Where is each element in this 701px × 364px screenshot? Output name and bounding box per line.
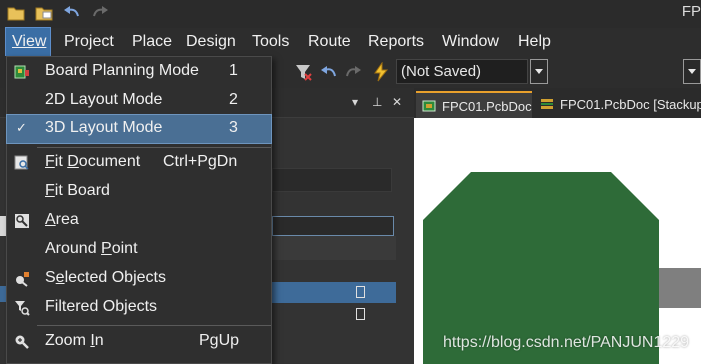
- right-dropdown-button[interactable]: [683, 59, 701, 84]
- quick-access-bar: FP: [0, 0, 701, 28]
- menu-item-selected-objects[interactable]: Selected Objects: [7, 265, 271, 293]
- watermark: https://blog.csdn.net/PANJUN1229: [443, 334, 690, 351]
- undo-icon[interactable]: [62, 4, 82, 22]
- document-tabs: FPC01.PcbDoc FPC01.PcbDoc [Stackup: [414, 88, 701, 118]
- menu-item-board-planning-mode[interactable]: Board Planning Mode 1: [7, 58, 271, 86]
- menu-view[interactable]: View: [5, 27, 51, 57]
- panel-list-header: [272, 236, 396, 260]
- check-icon: ✓: [16, 120, 27, 135]
- tab-pcbdoc[interactable]: FPC01.PcbDoc: [416, 91, 532, 118]
- menu-design[interactable]: Design: [186, 28, 236, 56]
- menu-item-3d-layout-mode[interactable]: ✓ 3D Layout Mode 3: [6, 114, 272, 144]
- document-icon: [356, 308, 365, 320]
- close-panel-icon[interactable]: ✕: [392, 96, 404, 108]
- menu-route[interactable]: Route: [308, 28, 351, 56]
- list-item[interactable]: [272, 304, 396, 325]
- save-state-combo[interactable]: (Not Saved): [396, 59, 528, 84]
- open-project-icon[interactable]: [34, 4, 54, 22]
- menu-item-around-point[interactable]: Around Point: [7, 236, 271, 264]
- app-title: FP: [681, 3, 701, 20]
- menu-item-zoom-in[interactable]: Zoom In PgUp: [7, 328, 271, 356]
- fit-document-icon: [14, 155, 29, 170]
- list-item-selected[interactable]: [272, 282, 396, 303]
- zoom-area-icon: [15, 214, 29, 228]
- panel-search-field[interactable]: [272, 168, 392, 192]
- filter-clear-icon[interactable]: [294, 63, 312, 81]
- tab-label: FPC01.PcbDoc [Stackup: [560, 97, 701, 112]
- menu-bar: View Project Place Design Tools Route Re…: [0, 27, 701, 57]
- tab-stackup[interactable]: FPC01.PcbDoc [Stackup: [534, 91, 701, 118]
- fpc-connector-shape[interactable]: [659, 268, 701, 308]
- menu-tools[interactable]: Tools: [252, 28, 289, 56]
- menu-reports[interactable]: Reports: [368, 28, 424, 56]
- menu-item-area[interactable]: Area: [7, 207, 271, 235]
- pcb-doc-icon: [422, 100, 436, 112]
- toolbar-undo-icon[interactable]: [320, 63, 338, 81]
- panel-menu-icon[interactable]: ▾: [352, 96, 364, 108]
- save-state-dropdown-button[interactable]: [530, 59, 548, 84]
- pin-icon[interactable]: ⊥: [372, 96, 384, 108]
- board-planning-icon: [14, 65, 29, 79]
- document-icon: [356, 286, 365, 298]
- menu-window[interactable]: Window: [442, 28, 499, 56]
- menu-item-fit-document[interactable]: Fit Document Ctrl+PgDn: [7, 149, 271, 177]
- menu-separator: [37, 147, 271, 148]
- menu-item-filtered-objects[interactable]: Filtered Objects: [7, 294, 271, 322]
- filtered-objects-icon: [15, 301, 30, 316]
- lightning-icon[interactable]: [372, 62, 390, 82]
- panel-filter-field[interactable]: [272, 216, 394, 236]
- menu-help[interactable]: Help: [518, 28, 551, 56]
- menu-item-fit-board[interactable]: Fit Board: [7, 178, 271, 206]
- zoom-in-icon: [15, 335, 29, 349]
- menu-place[interactable]: Place: [132, 28, 172, 56]
- open-folder-icon[interactable]: [6, 4, 26, 22]
- selected-objects-icon: [16, 272, 29, 287]
- menu-project[interactable]: Project: [64, 28, 114, 56]
- menu-item-2d-layout-mode[interactable]: 2D Layout Mode 2: [7, 87, 271, 115]
- menu-separator: [37, 325, 271, 326]
- tab-label: FPC01.PcbDoc: [442, 99, 532, 114]
- stackup-doc-icon: [541, 99, 553, 109]
- toolbar-redo-icon[interactable]: [344, 63, 362, 81]
- view-menu-dropdown: Board Planning Mode 1 2D Layout Mode 2 ✓…: [6, 56, 272, 364]
- redo-icon[interactable]: [90, 4, 110, 22]
